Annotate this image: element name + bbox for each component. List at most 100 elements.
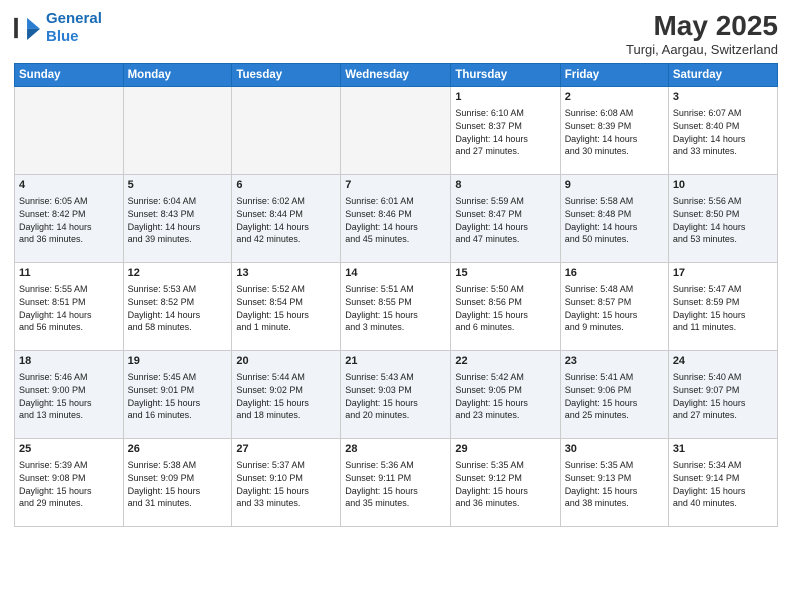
day-number: 20 [236, 354, 336, 369]
calendar-cell: 6Sunrise: 6:02 AMSunset: 8:44 PMDaylight… [232, 175, 341, 263]
calendar-week-row: 11Sunrise: 5:55 AMSunset: 8:51 PMDayligh… [15, 263, 778, 351]
day-info: and 58 minutes. [128, 321, 228, 334]
day-info: Sunset: 8:46 PM [345, 208, 446, 221]
day-number: 10 [673, 178, 773, 193]
day-info: and 20 minutes. [345, 409, 446, 422]
day-info: Daylight: 15 hours [345, 485, 446, 498]
subtitle: Turgi, Aargau, Switzerland [626, 42, 778, 57]
day-info: Daylight: 14 hours [455, 133, 555, 146]
day-info: and 31 minutes. [128, 497, 228, 510]
calendar-cell: 25Sunrise: 5:39 AMSunset: 9:08 PMDayligh… [15, 439, 124, 527]
weekday-header: Monday [123, 64, 232, 87]
main-title: May 2025 [626, 10, 778, 42]
day-number: 2 [565, 90, 664, 105]
weekday-header: Thursday [451, 64, 560, 87]
day-info: Daylight: 14 hours [19, 309, 119, 322]
day-info: Sunrise: 5:45 AM [128, 371, 228, 384]
day-info: and 50 minutes. [565, 233, 664, 246]
day-info: Sunrise: 6:07 AM [673, 107, 773, 120]
day-info: Sunset: 9:02 PM [236, 384, 336, 397]
title-block: May 2025 Turgi, Aargau, Switzerland [626, 10, 778, 57]
day-number: 11 [19, 266, 119, 281]
day-info: Daylight: 15 hours [455, 309, 555, 322]
calendar-cell [123, 87, 232, 175]
calendar-cell: 22Sunrise: 5:42 AMSunset: 9:05 PMDayligh… [451, 351, 560, 439]
day-info: Daylight: 15 hours [455, 485, 555, 498]
day-info: and 1 minute. [236, 321, 336, 334]
calendar-cell: 21Sunrise: 5:43 AMSunset: 9:03 PMDayligh… [341, 351, 451, 439]
day-info: Sunset: 8:47 PM [455, 208, 555, 221]
page: General Blue May 2025 Turgi, Aargau, Swi… [0, 0, 792, 612]
day-info: Daylight: 14 hours [128, 221, 228, 234]
day-info: and 16 minutes. [128, 409, 228, 422]
day-info: and 53 minutes. [673, 233, 773, 246]
day-number: 1 [455, 90, 555, 105]
day-info: Daylight: 15 hours [345, 397, 446, 410]
day-info: Sunset: 9:13 PM [565, 472, 664, 485]
calendar-cell: 12Sunrise: 5:53 AMSunset: 8:52 PMDayligh… [123, 263, 232, 351]
day-info: Sunset: 8:51 PM [19, 296, 119, 309]
day-info: Sunset: 8:44 PM [236, 208, 336, 221]
day-info: and 3 minutes. [345, 321, 446, 334]
day-info: Sunrise: 5:59 AM [455, 195, 555, 208]
day-info: Sunset: 9:14 PM [673, 472, 773, 485]
day-number: 23 [565, 354, 664, 369]
day-number: 29 [455, 442, 555, 457]
day-info: Sunset: 8:54 PM [236, 296, 336, 309]
day-info: Sunrise: 6:10 AM [455, 107, 555, 120]
calendar-cell: 20Sunrise: 5:44 AMSunset: 9:02 PMDayligh… [232, 351, 341, 439]
calendar-cell: 24Sunrise: 5:40 AMSunset: 9:07 PMDayligh… [668, 351, 777, 439]
day-number: 4 [19, 178, 119, 193]
day-info: Daylight: 14 hours [565, 133, 664, 146]
day-number: 8 [455, 178, 555, 193]
day-info: Sunrise: 5:46 AM [19, 371, 119, 384]
day-info: Sunset: 9:11 PM [345, 472, 446, 485]
day-info: Sunrise: 5:38 AM [128, 459, 228, 472]
day-number: 21 [345, 354, 446, 369]
day-info: Sunset: 8:50 PM [673, 208, 773, 221]
calendar-cell: 26Sunrise: 5:38 AMSunset: 9:09 PMDayligh… [123, 439, 232, 527]
calendar-cell: 10Sunrise: 5:56 AMSunset: 8:50 PMDayligh… [668, 175, 777, 263]
day-number: 12 [128, 266, 228, 281]
calendar-cell: 28Sunrise: 5:36 AMSunset: 9:11 PMDayligh… [341, 439, 451, 527]
day-info: and 30 minutes. [565, 145, 664, 158]
calendar-cell: 18Sunrise: 5:46 AMSunset: 9:00 PMDayligh… [15, 351, 124, 439]
logo-text: General Blue [46, 10, 102, 46]
day-info: Daylight: 15 hours [236, 309, 336, 322]
day-info: and 39 minutes. [128, 233, 228, 246]
day-info: Daylight: 15 hours [673, 485, 773, 498]
calendar-cell: 8Sunrise: 5:59 AMSunset: 8:47 PMDaylight… [451, 175, 560, 263]
day-info: Sunset: 8:37 PM [455, 120, 555, 133]
calendar-cell: 31Sunrise: 5:34 AMSunset: 9:14 PMDayligh… [668, 439, 777, 527]
calendar-cell: 11 Sunrise: 5:55 AMSunset: 8:51 PMDayligh… [15, 263, 124, 351]
calendar-cell: 15Sunrise: 5:50 AMSunset: 8:56 PMDayligh… [451, 263, 560, 351]
calendar-cell: 30Sunrise: 5:35 AMSunset: 9:13 PMDayligh… [560, 439, 668, 527]
day-info: and 18 minutes. [236, 409, 336, 422]
calendar-cell: 2 Sunrise: 6:08 AMSunset: 8:39 PMDaylight… [560, 87, 668, 175]
day-info: Sunrise: 5:55 AM [19, 283, 119, 296]
day-info: and 23 minutes. [455, 409, 555, 422]
day-number: 6 [236, 178, 336, 193]
calendar-week-row: 18Sunrise: 5:46 AMSunset: 9:00 PMDayligh… [15, 351, 778, 439]
day-info: Sunrise: 5:58 AM [565, 195, 664, 208]
day-info: Sunset: 8:39 PM [565, 120, 664, 133]
day-info: Sunset: 8:57 PM [565, 296, 664, 309]
calendar-cell: 4Sunrise: 6:05 AMSunset: 8:42 PMDaylight… [15, 175, 124, 263]
day-info: Sunrise: 6:08 AM [565, 107, 664, 120]
day-info: and 35 minutes. [345, 497, 446, 510]
day-info: Daylight: 14 hours [236, 221, 336, 234]
day-info: Sunset: 8:40 PM [673, 120, 773, 133]
calendar-cell: 13Sunrise: 5:52 AMSunset: 8:54 PMDayligh… [232, 263, 341, 351]
day-number: 16 [565, 266, 664, 281]
day-info: Sunrise: 5:47 AM [673, 283, 773, 296]
day-info: Sunrise: 5:41 AM [565, 371, 664, 384]
day-info: Sunset: 8:52 PM [128, 296, 228, 309]
day-info: Sunrise: 5:43 AM [345, 371, 446, 384]
day-info: Sunrise: 5:37 AM [236, 459, 336, 472]
logo: General Blue [14, 10, 102, 46]
day-info: Daylight: 15 hours [128, 485, 228, 498]
day-number: 26 [128, 442, 228, 457]
day-info: Daylight: 15 hours [673, 397, 773, 410]
day-info: Sunset: 9:07 PM [673, 384, 773, 397]
calendar-week-row: 25Sunrise: 5:39 AMSunset: 9:08 PMDayligh… [15, 439, 778, 527]
